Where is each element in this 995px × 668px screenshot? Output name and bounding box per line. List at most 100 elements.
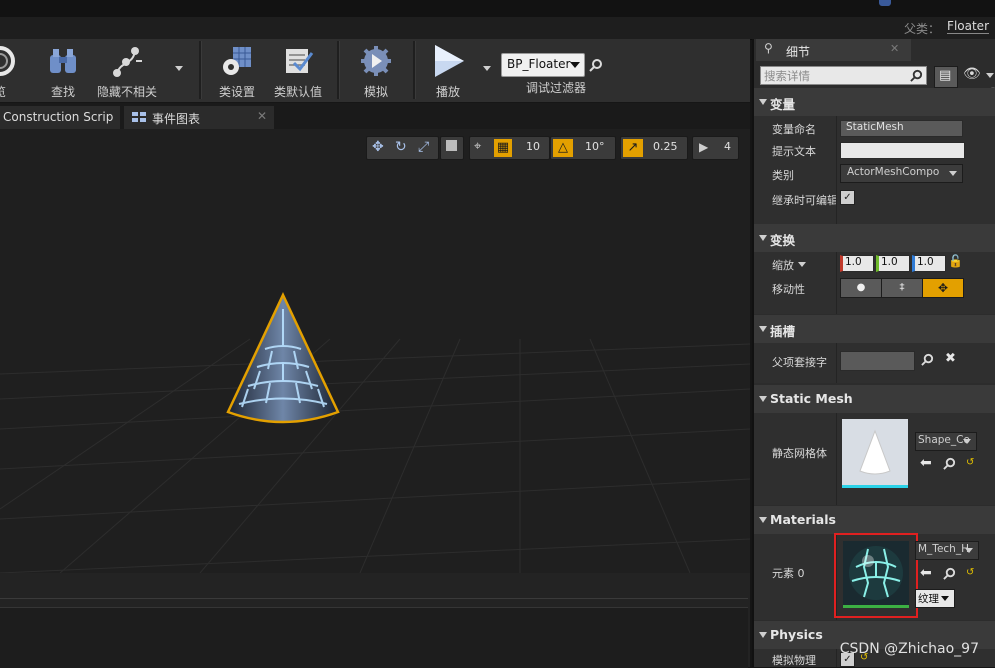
reset-to-default-icon[interactable]: ↺ [966, 457, 974, 468]
play-label: 播放 [435, 85, 460, 99]
mobility-stationary-button[interactable]: ‡ [881, 278, 923, 298]
section-transform[interactable]: 变换 [754, 224, 995, 252]
rotate-icon[interactable]: ↻ [395, 139, 407, 155]
hide-unrelated-button[interactable]: 隐藏不相关 [94, 39, 160, 101]
cube-icon [446, 140, 457, 151]
tab-construction-script-label: Construction Scrip [3, 110, 114, 124]
material-thumbnail[interactable] [843, 541, 909, 608]
translate-icon[interactable]: ✥ [372, 139, 384, 155]
debug-object-select[interactable]: BP_Floater [501, 53, 585, 77]
rotation-snap-value[interactable]: 10° [585, 140, 605, 153]
static-mesh-select[interactable]: Shape_Co [915, 432, 977, 451]
tooltip-label: 提示文本 [772, 145, 816, 158]
mobility-static-button[interactable]: ● [840, 278, 882, 298]
scale-snap-icon[interactable]: ↗ [623, 139, 643, 157]
section-static-mesh[interactable]: Static Mesh [754, 385, 995, 413]
variable-rows: 变量命名 StaticMesh 提示文本 类别 ActorMeshCompo 继… [754, 116, 995, 224]
class-settings-label: 类设置 [218, 85, 255, 99]
grid-snap-value[interactable]: 10 [526, 140, 540, 153]
use-selected-arrow-icon[interactable]: ⬅ [920, 455, 932, 471]
cone-mesh-preview[interactable] [220, 289, 345, 429]
debug-filter-label: 调试过滤器 [526, 81, 587, 95]
property-matrix-button[interactable]: ▤ [934, 66, 958, 88]
browse-button[interactable]: 览 [0, 39, 20, 101]
section-variable[interactable]: 变量 [754, 88, 995, 116]
play-options-dropdown-icon[interactable] [483, 66, 491, 71]
hide-unrelated-icon [113, 47, 142, 77]
world-local-toggle[interactable] [440, 136, 464, 160]
tab-event-graph[interactable]: 事件图表 ✕ [124, 106, 274, 129]
hide-unrelated-dropdown-icon[interactable] [175, 66, 183, 71]
scale-snap-value[interactable]: 0.25 [653, 140, 678, 153]
section-static-mesh-title: Static Mesh [770, 391, 853, 406]
parent-socket-label: 父项套接字 [772, 356, 827, 369]
section-materials[interactable]: Materials [754, 506, 995, 534]
browse-search-icon[interactable] [943, 457, 956, 470]
scale-snap-group[interactable]: ↗ 0.25 [620, 136, 688, 160]
scale-icon[interactable]: ⤢ [418, 139, 429, 155]
tab-construction-script[interactable]: Construction Scrip [0, 106, 120, 129]
camera-speed-value[interactable]: 4 [724, 140, 731, 153]
texture-value: 纹理 [918, 593, 939, 605]
debug-search-icon[interactable] [589, 58, 603, 72]
clear-icon[interactable]: ✖ [945, 351, 956, 366]
simulate-button[interactable]: 模拟 [350, 39, 402, 101]
parent-class-link[interactable]: Floater [947, 19, 989, 34]
find-button[interactable]: 查找 [40, 39, 86, 101]
unlock-icon[interactable]: 🔓 [948, 254, 963, 268]
preview-viewport[interactable]: ✥ ↻ ⤢ ⌖ ▦ 10 △ 10° ↗ 0.25 ▶ 4 [0, 129, 750, 573]
transform-rows: 缩放 1.0 1.0 1.0 🔓 移动性 ● ‡ ✥ [754, 252, 995, 314]
collapse-arrow-icon [759, 99, 767, 105]
play-button[interactable]: 播放 [424, 39, 472, 101]
section-variable-title: 变量 [770, 97, 796, 112]
simulate-physics-label: 模拟物理 [772, 654, 816, 667]
static-mesh-thumbnail[interactable] [842, 419, 908, 488]
visibility-dropdown-icon[interactable] [986, 73, 994, 78]
grid-icon: ▤ [939, 68, 952, 83]
rotation-snap-group[interactable]: △ 10° [550, 136, 616, 160]
texture-select[interactable]: 纹理 [915, 589, 955, 608]
class-defaults-button[interactable]: 类默认值 [270, 39, 326, 101]
mobility-movable-button[interactable]: ✥ [922, 278, 964, 298]
scale-z-field[interactable]: 1.0 [912, 255, 946, 272]
tooltip-field[interactable] [840, 142, 965, 159]
parent-socket-field[interactable] [840, 351, 915, 371]
hide-unrelated-label: 隐藏不相关 [96, 85, 157, 99]
surface-snap-icon[interactable]: ⌖ [474, 139, 481, 154]
search-placeholder: 搜索详情 [764, 69, 810, 83]
class-settings-button[interactable]: 类设置 [213, 39, 261, 101]
reset-to-default-icon[interactable]: ↺ [966, 567, 974, 578]
browse-search-icon[interactable] [943, 567, 956, 580]
camera-speed-group[interactable]: ▶ 4 [692, 136, 739, 160]
search-icon[interactable] [921, 353, 934, 366]
section-socket[interactable]: 插槽 [754, 315, 995, 343]
scale-y-field[interactable]: 1.0 [876, 255, 910, 272]
scale-dropdown-icon[interactable] [798, 262, 806, 267]
section-socket-title: 插槽 [770, 324, 796, 339]
close-icon[interactable]: ✕ [890, 42, 899, 55]
class-defaults-icon [286, 49, 314, 73]
close-icon[interactable]: ✕ [257, 109, 267, 123]
static-mesh-label: 静态网格体 [772, 447, 827, 460]
material-select[interactable]: M_Tech_H [915, 541, 979, 560]
details-tab-icon: ⚲ [764, 41, 773, 55]
inherit-editable-checkbox[interactable]: ✓ [840, 190, 855, 205]
use-selected-arrow-icon[interactable]: ⬅ [920, 565, 932, 581]
transform-mode-buttons[interactable]: ✥ ↻ ⤢ [366, 136, 439, 160]
scale-z-value: 1.0 [917, 256, 934, 268]
panel-divider [0, 598, 748, 599]
chevron-down-icon [963, 439, 971, 444]
details-search-input[interactable]: 搜索详情 [760, 66, 927, 85]
category-select[interactable]: ActorMeshCompo [840, 164, 963, 183]
chevron-down-icon [965, 548, 973, 553]
visibility-eye-icon[interactable]: 👁 [963, 66, 981, 82]
grid-snap-group[interactable]: ⌖ ▦ 10 [469, 136, 550, 160]
inherit-editable-label: 继承时可编辑 [772, 194, 836, 207]
variable-name-field[interactable]: StaticMesh [840, 120, 963, 137]
rotation-snap-icon[interactable]: △ [553, 139, 573, 157]
grid-snap-icon[interactable]: ▦ [494, 139, 512, 157]
details-tab[interactable]: ⚲ 细节 ✕ [756, 39, 911, 61]
debug-object-value: BP_Floater [507, 57, 571, 71]
variable-name-value: StaticMesh [846, 121, 904, 133]
scale-x-field[interactable]: 1.0 [840, 255, 874, 272]
